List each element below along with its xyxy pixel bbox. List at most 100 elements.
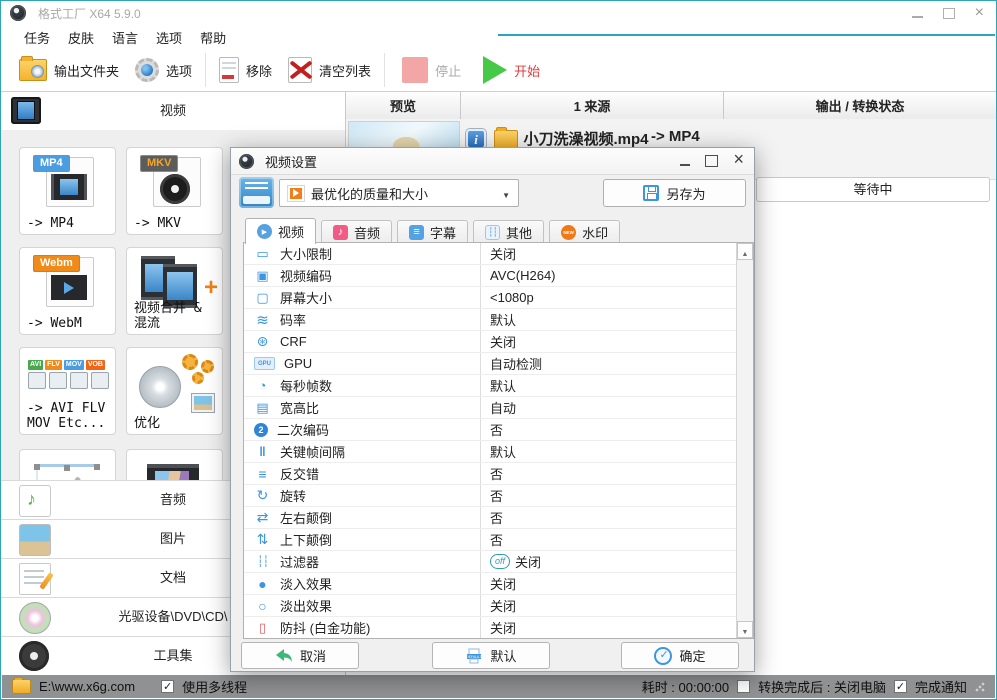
tab-video[interactable]: 视频 [245,218,317,244]
save-as-icon [643,185,660,201]
output-path[interactable]: E:\www.x6g.com [39,679,135,694]
toolbar-separator [205,53,207,87]
tab-subtitle[interactable]: 字幕 [397,220,469,243]
notify-checkbox[interactable] [893,680,907,693]
card-optimize[interactable]: 优化 [126,347,223,435]
setting-row-gpu[interactable]: GPU 自动检测 [244,353,736,375]
preset-dropdown[interactable]: 最优化的质量和大小 [279,179,519,207]
setting-row-stabilize[interactable]: 防抖 (白金功能) 关闭 [244,617,736,638]
tab-watermark[interactable]: 水印 [549,220,621,243]
stop-button[interactable]: 停止 [394,54,469,86]
dialog-close-button[interactable] [733,152,744,170]
output-folder-button[interactable]: 输出文件夹 [11,56,127,84]
two-pass-icon [254,422,268,437]
dialog-maximize-button[interactable] [705,155,719,167]
task-list-header: 预览 1 来源 输出 / 转换状态 [346,92,996,120]
output-path-icon[interactable] [12,677,31,694]
column-preview[interactable]: 预览 [346,92,461,119]
default-button[interactable]: DEFAULT 默认 [432,642,550,669]
setting-row-bitrate[interactable]: 码率 默认 [244,309,736,331]
scroll-down-icon[interactable] [737,621,753,638]
start-icon [483,56,508,84]
dialog-minimize-button[interactable] [680,164,691,166]
status-badge: 等待中 [756,177,990,202]
dialog-title: 视频设置 [265,154,318,170]
ok-button[interactable]: 确定 [621,642,739,669]
preset-value: 最优化的质量和大小 [311,186,429,202]
clear-list-icon [288,57,313,83]
clear-list-button[interactable]: 清空列表 [280,54,379,86]
keyframe-bars-icon [254,444,271,459]
column-output-state[interactable]: 输出 / 转换状态 [724,92,996,119]
card-partial-mux[interactable] [126,449,223,480]
close-button[interactable] [975,4,984,22]
column-source[interactable]: 1 来源 [461,92,724,119]
remove-button[interactable]: 移除 [211,54,280,86]
setting-row-size-limit[interactable]: 大小限制 关闭 [244,243,736,265]
options-button[interactable]: 选项 [127,55,200,85]
start-button[interactable]: 开始 [475,53,548,87]
setting-row-fade-in[interactable]: 淡入效果 关闭 [244,573,736,595]
setting-row-crf[interactable]: CRF 关闭 [244,331,736,353]
minimize-button[interactable] [911,16,923,18]
setting-row-screen-size[interactable]: 屏幕大小 <1080p [244,287,736,309]
setting-row-flip-horizontal[interactable]: 左右颠倒 否 [244,507,736,529]
deinterlace-icon [254,466,271,481]
flip-vertical-icon [254,532,271,547]
video-category-label: 视频 [159,103,186,118]
card-partial-crop[interactable] [19,449,116,480]
window-accent-line [498,34,995,36]
shutdown-after-checkbox[interactable] [737,680,751,693]
setting-row-deinterlace[interactable]: 反交错 否 [244,463,736,485]
flip-horizontal-icon [254,510,271,525]
setting-row-flip-vertical[interactable]: 上下颠倒 否 [244,529,736,551]
setting-row-aspect-ratio[interactable]: 宽高比 自动 [244,397,736,419]
table-scrollbar[interactable] [736,243,753,638]
video-settings-dialog: 视频设置 最优化的质量和大小 另存为 视频 音频 字幕 其他 [230,147,755,672]
card-video-merge[interactable]: + 视频合并 & 混流 [126,247,223,335]
setting-row-fps[interactable]: 每秒帧数 默认 [244,375,736,397]
remove-icon [219,57,240,83]
tab-audio[interactable]: 音频 [321,220,393,243]
dialog-title-bar: 视频设置 [231,148,754,175]
card-to-avi-flv-mov[interactable]: AVI FLV MOV VOB -> AVI FLV MOV Etc... [19,347,116,435]
disc-icon [139,366,181,408]
video-category-header[interactable]: 视频 [1,92,345,131]
card-to-mkv[interactable]: MKV -> MKV [126,147,223,235]
format-mini-icons [28,372,109,389]
gear-icon [182,354,198,370]
menu-task[interactable]: 任务 [15,26,59,49]
maximize-button[interactable] [942,7,955,19]
menu-skin[interactable]: 皮肤 [59,26,103,49]
resize-grip[interactable] [975,681,985,692]
format-badges: AVI FLV MOV VOB [28,360,105,370]
setting-row-fade-out[interactable]: 淡出效果 关闭 [244,595,736,617]
film-play-icon [51,275,87,300]
setting-row-rotate[interactable]: 旋转 否 [244,485,736,507]
mp4-badge: MP4 [33,155,70,172]
menu-options[interactable]: 选项 [147,26,191,49]
subtitle-tab-icon [409,224,425,240]
setting-row-filter[interactable]: 过滤器 off关闭 [244,551,736,573]
setting-row-keyframe-interval[interactable]: 关键帧间隔 默认 [244,441,736,463]
film-strip-icon [51,174,87,200]
card-to-mp4[interactable]: MP4 -> MP4 [19,147,116,235]
save-as-label: 另存为 [666,186,706,202]
menu-bar: 任务 皮肤 语言 选项 帮助 [1,25,996,49]
menu-language[interactable]: 语言 [103,26,147,49]
title-bar: 格式工厂 X64 5.9.0 [1,1,996,25]
setting-row-video-codec[interactable]: 视频编码 AVC(H264) [244,265,736,287]
disc-icon [19,602,51,634]
multithread-checkbox[interactable] [161,680,175,693]
save-as-button[interactable]: 另存为 [603,179,746,207]
info-icon[interactable] [466,129,486,149]
app-icon [10,5,26,21]
card-to-webm[interactable]: Webm -> WebM [19,247,116,335]
menu-help[interactable]: 帮助 [191,26,235,49]
tab-other[interactable]: 其他 [473,220,545,243]
scroll-up-icon[interactable] [737,243,753,260]
gear-icon [201,360,214,373]
document-icon [19,563,51,595]
setting-row-two-pass[interactable]: 二次编码 否 [244,419,736,441]
cancel-button[interactable]: 取消 [241,642,359,669]
